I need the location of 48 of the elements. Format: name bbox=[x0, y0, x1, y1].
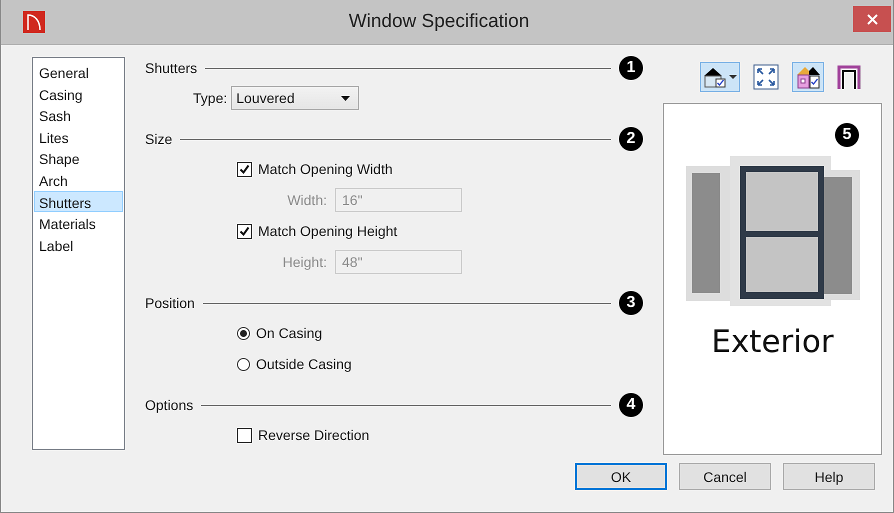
field-label: Width: bbox=[286, 192, 327, 208]
expand-icon bbox=[753, 64, 779, 90]
sidebar-item[interactable]: Materials bbox=[34, 212, 123, 234]
type-dropdown[interactable]: Louvered bbox=[231, 86, 360, 110]
type-label: Type: bbox=[193, 90, 228, 106]
window-title: Window Specification bbox=[348, 11, 530, 33]
section-title: Size bbox=[145, 131, 172, 147]
sidebar-item[interactable]: Shape bbox=[34, 147, 123, 169]
sidebar-item[interactable]: Shutters bbox=[34, 190, 123, 212]
checkbox-label: Reverse Direction bbox=[258, 427, 370, 443]
caret-icon bbox=[341, 96, 350, 100]
sidebar-item[interactable]: Casing bbox=[34, 82, 123, 104]
callout-number: 5 bbox=[835, 123, 859, 147]
dialog-button[interactable]: OK bbox=[575, 463, 667, 490]
section-title: Shutters bbox=[145, 60, 198, 76]
sidebar-item[interactable]: Arch bbox=[34, 168, 123, 191]
radio-label: On Casing bbox=[256, 325, 322, 341]
close-button[interactable] bbox=[853, 6, 891, 32]
dialog-button[interactable]: Cancel bbox=[679, 463, 771, 490]
callout-number: 1 bbox=[619, 56, 643, 80]
toolbar-button[interactable] bbox=[792, 62, 824, 92]
caret-icon bbox=[729, 75, 737, 79]
toolbar-button[interactable] bbox=[700, 62, 740, 92]
callout-number: 3 bbox=[619, 291, 643, 315]
sidebar-item[interactable]: Label bbox=[34, 234, 123, 256]
radio-button[interactable] bbox=[237, 326, 250, 340]
app-logo-icon bbox=[23, 11, 45, 33]
frame-icon bbox=[837, 64, 863, 90]
checkbox[interactable] bbox=[237, 428, 252, 442]
sidebar-item[interactable]: Lites bbox=[34, 126, 123, 148]
close-icon bbox=[866, 14, 878, 24]
section-title: Options bbox=[145, 397, 194, 413]
checkbox-label: Match Opening Width bbox=[258, 161, 393, 177]
section-title: Position bbox=[145, 295, 195, 311]
radio-button[interactable] bbox=[237, 358, 250, 370]
sidebar-item[interactable]: Sash bbox=[34, 104, 123, 126]
callout-number: 4 bbox=[619, 393, 643, 417]
checkbox[interactable] bbox=[237, 224, 252, 238]
checkbox-label: Match Opening Height bbox=[258, 223, 398, 239]
dialog-button[interactable]: Help bbox=[783, 463, 875, 490]
house-icon bbox=[703, 66, 727, 88]
preview-caption: Exterior bbox=[711, 324, 834, 360]
house-icon bbox=[795, 64, 821, 90]
checkbox[interactable] bbox=[237, 162, 252, 176]
field-label: Height: bbox=[282, 254, 327, 270]
radio-label: Outside Casing bbox=[256, 356, 352, 372]
sidebar-item[interactable]: General bbox=[34, 61, 123, 83]
callout-number: 2 bbox=[619, 127, 643, 151]
